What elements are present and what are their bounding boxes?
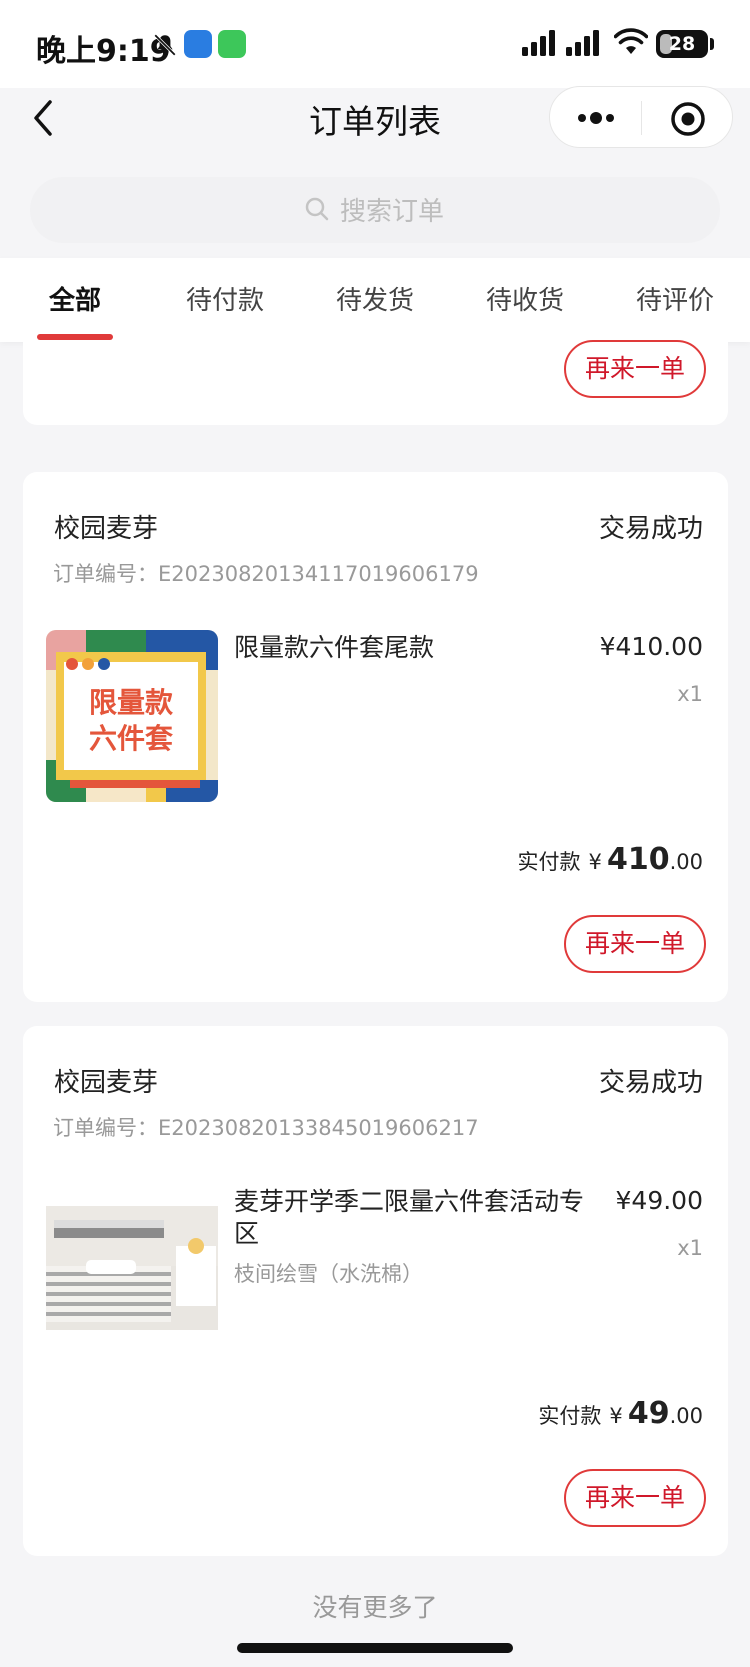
search-input[interactable]: 搜索订单 [30,177,720,243]
battery-tip [710,38,714,50]
mini-program-capsule [549,86,733,148]
order-card: 校园麦芽 交易成功 订单编号：E20230820134117019606179 … [23,472,728,1002]
product-image[interactable]: 限量款 六件套 [46,630,218,802]
order-status-tabs: 全部 待付款 待发货 待收货 待评价 [0,258,750,342]
paid-label: 实付款 [517,850,581,874]
shop-name[interactable]: 校园麦芽 [54,1062,158,1099]
product-image[interactable] [46,1206,218,1330]
search-placeholder: 搜索订单 [340,197,445,227]
battery-icon: 28 [656,30,708,58]
tab-pending-shipment[interactable]: 待发货 [336,280,414,317]
app-notification-icon [184,30,212,58]
paid-amount: 实付款 ¥ 410.00 [518,842,704,877]
message-notification-icon [218,30,246,58]
svg-text:六件套: 六件套 [89,722,174,755]
capsule-divider [641,101,642,135]
order-status: 交易成功 [598,1068,703,1098]
cellular-signal-icon [522,30,555,56]
reorder-button[interactable]: 再来一单 [564,340,706,398]
reorder-button[interactable]: 再来一单 [564,1469,706,1527]
order-number: 订单编号：E20230820134117019606179 [53,562,479,586]
bell-muted-icon [154,34,176,56]
tab-pending-review[interactable]: 待评价 [636,280,714,317]
paid-decimal: .00 [669,1404,703,1428]
shop-name[interactable]: 校园麦芽 [54,508,158,545]
order-card-partial: 再来一单 [23,340,728,425]
tab-all[interactable]: 全部 [49,280,101,317]
reorder-button[interactable]: 再来一单 [564,915,706,973]
tab-pending-payment[interactable]: 待付款 [186,280,264,317]
battery-percent: 28 [668,33,696,55]
end-of-list-text: 没有更多了 [312,1593,438,1622]
more-options-icon[interactable] [574,103,618,133]
order-number: 订单编号：E20230820133845019606217 [53,1116,479,1140]
paid-decimal: .00 [669,850,703,874]
status-time: 晚上9:19 [36,34,171,69]
paid-integer: 410 [606,842,670,877]
close-miniprogram-icon[interactable] [670,101,706,137]
search-icon [305,197,329,221]
cellular-signal-icon-2 [566,30,599,56]
paid-currency: ¥ [588,850,602,874]
product-variant: 枝间绘雪（水洗棉） [234,1262,423,1286]
order-card: 校园麦芽 交易成功 订单编号：E20230820133845019606217 … [23,1026,728,1556]
product-quantity: x1 [677,1236,703,1260]
product-price: ¥410.00 [599,632,703,661]
product-name[interactable]: 限量款六件套尾款 [234,632,584,664]
paid-label: 实付款 [538,1404,602,1428]
tab-pending-receipt[interactable]: 待收货 [486,280,564,317]
product-price: ¥49.00 [615,1186,703,1215]
paid-amount: 实付款 ¥ 49.00 [538,1396,703,1431]
product-quantity: x1 [677,682,703,706]
home-indicator [237,1643,513,1653]
product-name[interactable]: 麦芽开学季二限量六件套活动专区 [234,1186,584,1250]
status-bar: 晚上9:19 28 [0,0,750,88]
order-status: 交易成功 [598,514,703,544]
wifi-icon [614,28,648,54]
svg-text:限量款: 限量款 [89,686,174,719]
paid-currency: ¥ [609,1404,623,1428]
paid-integer: 49 [627,1396,670,1431]
